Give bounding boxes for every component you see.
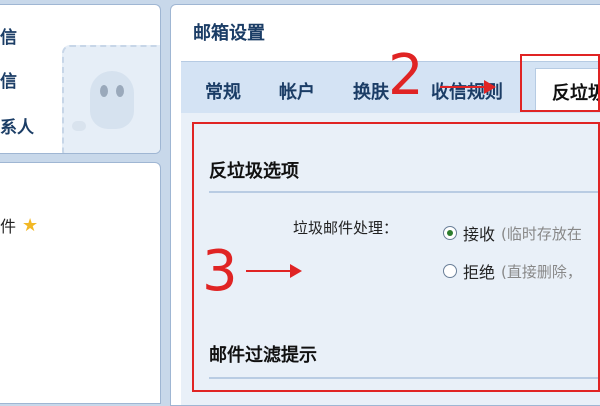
annotation-arrow-2	[440, 80, 496, 94]
penguin-icon	[90, 71, 134, 129]
annotation-arrow-3	[246, 264, 302, 278]
tab-skin[interactable]: 换肤	[353, 78, 389, 104]
sidebar-item-write[interactable]: 信	[0, 67, 17, 92]
annotation-box-tab	[520, 54, 600, 112]
left-folder-panel: 件 ★	[0, 162, 161, 404]
annotation-box-content	[192, 122, 600, 392]
chat-bubble-icon	[72, 121, 86, 131]
star-icon: ★	[22, 214, 39, 236]
starred-label: 件	[0, 217, 17, 236]
page-title: 邮箱设置	[193, 23, 265, 44]
left-sidebar-panel: 信 信 系人	[0, 4, 161, 154]
annotation-number-2: 2	[388, 43, 424, 108]
annotation-number-3: 3	[202, 239, 238, 304]
tab-general[interactable]: 常规	[205, 78, 241, 104]
tab-account[interactable]: 帐户	[279, 78, 315, 104]
sidebar-item-starred[interactable]: 件 ★	[0, 213, 38, 237]
qq-stamp-logo	[62, 45, 160, 153]
sidebar-item-contacts[interactable]: 系人	[0, 113, 34, 138]
sidebar-item-inbox[interactable]: 信	[0, 23, 17, 48]
